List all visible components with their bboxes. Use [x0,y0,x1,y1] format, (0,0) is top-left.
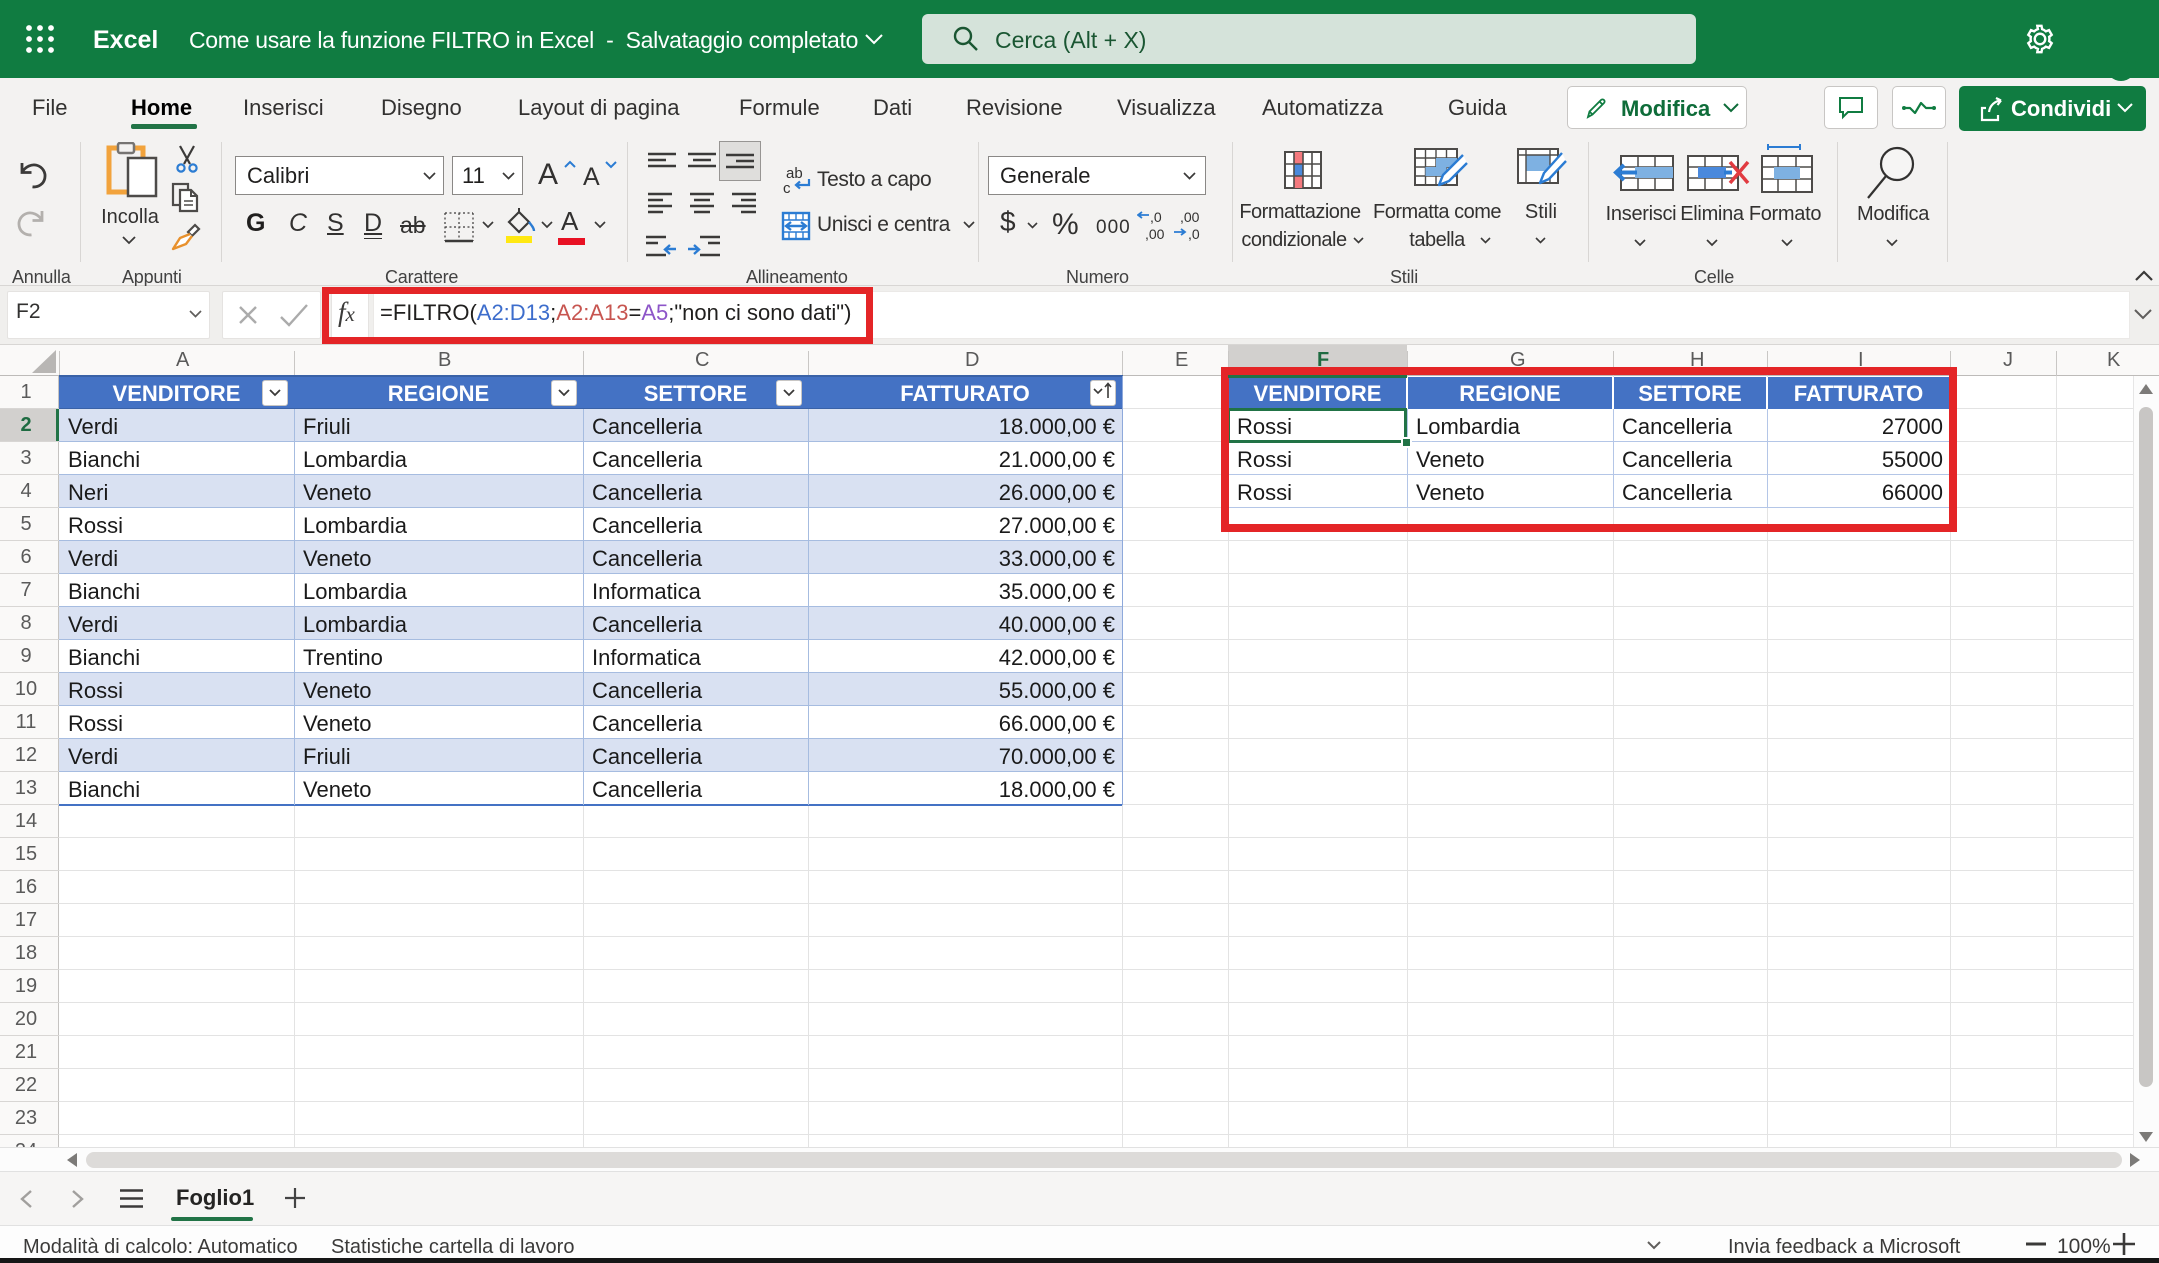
svg-text:,00: ,00 [1180,209,1200,225]
svg-text:,0: ,0 [1188,226,1200,241]
svg-text:c: c [783,180,791,195]
svg-text:,0: ,0 [1150,209,1162,225]
svg-text:,00: ,00 [1145,226,1165,241]
